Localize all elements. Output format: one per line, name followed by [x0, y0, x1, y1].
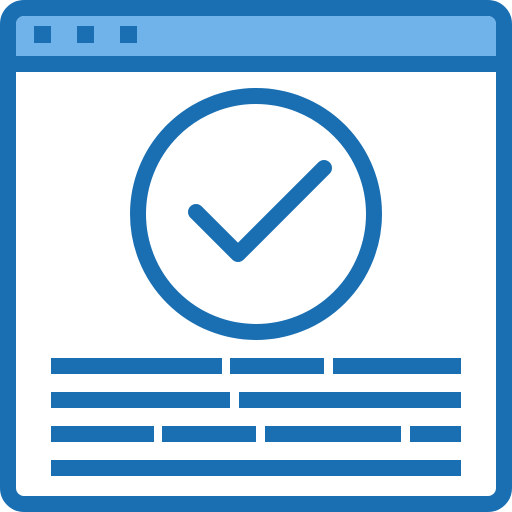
text-placeholder-line: [162, 426, 256, 442]
text-placeholder-line: [265, 426, 401, 442]
window-control-dot: [77, 26, 94, 43]
text-placeholder-line: [51, 426, 154, 442]
text-placeholder-line: [333, 358, 461, 374]
checkmark-icon: [188, 160, 332, 262]
check-circle-icon: [130, 88, 382, 340]
text-placeholder-line: [410, 426, 461, 442]
text-placeholder-line: [51, 358, 222, 374]
window-control-dot: [34, 26, 51, 43]
window-control-dot: [120, 26, 137, 43]
text-placeholder-line: [51, 460, 461, 476]
check-circle-outline: [130, 88, 382, 340]
text-placeholder-line: [51, 392, 230, 408]
web-page-check-illustration: [0, 0, 512, 512]
text-placeholder-line: [239, 392, 461, 408]
window-title-bar: [16, 16, 496, 72]
text-placeholder-line: [230, 358, 324, 374]
